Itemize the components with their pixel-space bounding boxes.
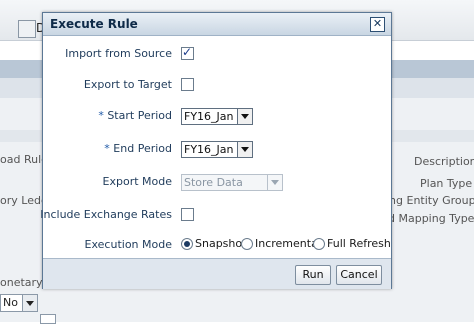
background-select-value: No xyxy=(3,296,18,309)
run-button[interactable]: Run xyxy=(295,265,331,285)
export-mode-select: Store Data xyxy=(181,174,283,191)
close-icon[interactable]: ✕ xyxy=(370,17,385,32)
radio-full-refresh-label[interactable]: Full Refresh xyxy=(327,237,391,250)
start-period-label: * Start Period xyxy=(98,109,172,122)
required-marker: * xyxy=(104,142,110,155)
dialog-title: Execute Rule xyxy=(50,17,138,31)
bg-label-mapping-type: d Mapping Type xyxy=(388,212,474,225)
background-field[interactable] xyxy=(40,314,56,324)
end-period-value: FY16_Jan xyxy=(184,143,234,156)
execution-mode-label: Execution Mode xyxy=(84,238,172,251)
start-period-value: FY16_Jan xyxy=(184,110,234,123)
background-select[interactable]: No xyxy=(0,294,38,312)
include-exchange-rates-label: Include Exchange Rates xyxy=(40,208,172,221)
bg-label-load-rule: oad Rule xyxy=(0,153,48,166)
bg-label-plan-type: Plan Type xyxy=(420,177,473,190)
export-to-target-label: Export to Target xyxy=(83,78,172,91)
bg-label-description: Description xyxy=(414,155,474,168)
chevron-down-icon xyxy=(22,295,37,311)
export-mode-value: Store Data xyxy=(184,176,243,189)
radio-full-refresh[interactable] xyxy=(313,238,325,250)
radio-snapshot[interactable] xyxy=(181,238,193,250)
import-from-source-label: Import from Source xyxy=(65,47,172,60)
import-from-source-checkbox[interactable] xyxy=(181,45,194,60)
chevron-down-icon[interactable] xyxy=(237,109,252,124)
chevron-down-icon xyxy=(267,175,282,190)
bg-label-monetary: onetary xyxy=(0,276,43,289)
toolbar-icon[interactable] xyxy=(18,20,36,38)
radio-snapshot-label[interactable]: Snapshot xyxy=(195,237,246,250)
radio-incremental-label[interactable]: Incremental xyxy=(255,237,321,250)
export-to-target-checkbox[interactable] xyxy=(181,78,194,91)
export-mode-label: Export Mode xyxy=(102,175,172,188)
end-period-select[interactable]: FY16_Jan xyxy=(181,141,253,158)
dialog-titlebar[interactable]: Execute Rule ✕ xyxy=(43,13,391,36)
dialog-footer: Run Cancel xyxy=(43,258,391,289)
execute-rule-dialog: Execute Rule ✕ Import from Source Export… xyxy=(40,12,392,289)
end-period-label-text: End Period xyxy=(113,142,172,155)
chevron-down-icon[interactable] xyxy=(237,142,252,157)
start-period-select[interactable]: FY16_Jan xyxy=(181,108,253,125)
radio-incremental[interactable] xyxy=(241,238,253,250)
bg-label-entity-group: ing Entity Group xyxy=(386,194,474,207)
include-exchange-rates-checkbox[interactable] xyxy=(181,208,194,221)
cancel-button[interactable]: Cancel xyxy=(336,265,382,285)
required-marker: * xyxy=(98,109,104,122)
start-period-label-text: Start Period xyxy=(107,109,172,122)
end-period-label: * End Period xyxy=(104,142,172,155)
